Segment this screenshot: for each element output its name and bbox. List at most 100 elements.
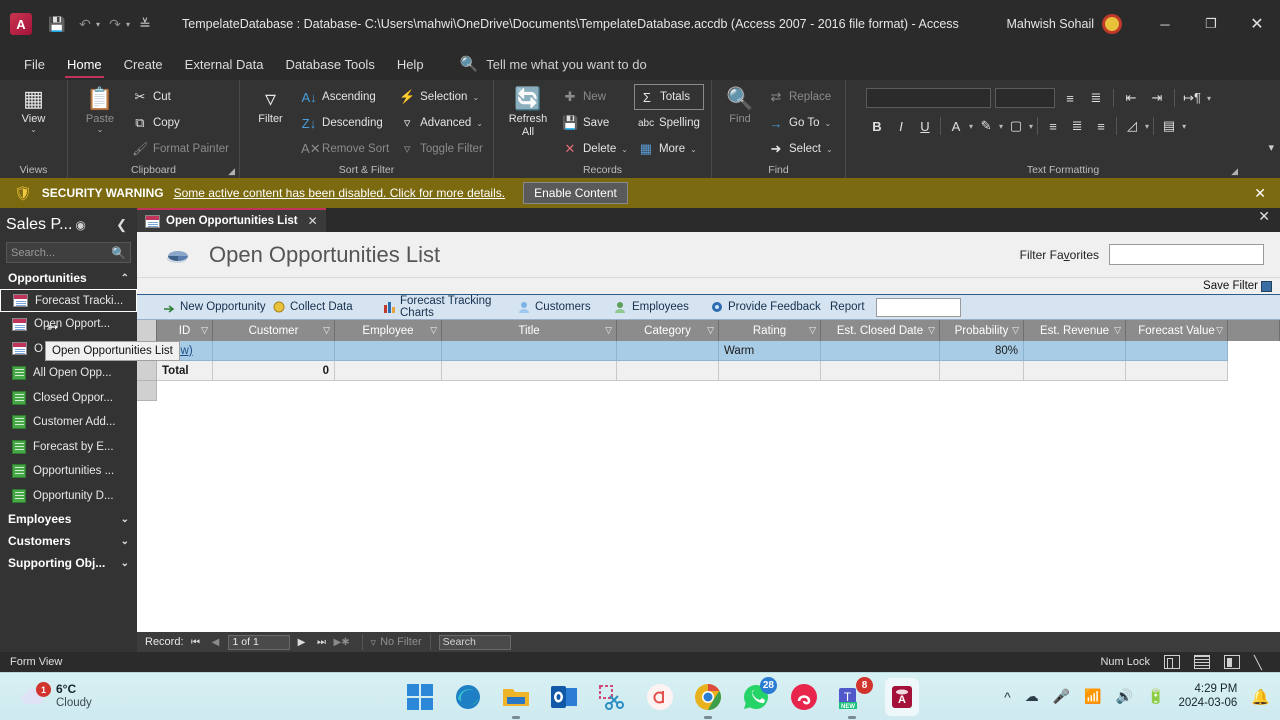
access-icon[interactable]: A (885, 677, 919, 720)
document-tab-open-opportunities-list[interactable]: Open Opportunities List ✕ (137, 208, 326, 232)
outlook-icon[interactable] (549, 682, 579, 712)
tab-file[interactable]: File (14, 53, 55, 76)
redo-caret-icon[interactable]: ▾ (126, 20, 130, 29)
next-record-button[interactable]: ▶ (294, 637, 310, 648)
navigation-pane-header[interactable]: Sales P... ◉ ❮ (0, 208, 137, 242)
chevron-down-icon[interactable]: ▾ (999, 122, 1003, 131)
sort-descending-button[interactable]: Z↓ Descending (297, 110, 393, 136)
clipboard-dialog-launcher-icon[interactable]: ◢ (228, 166, 235, 177)
chevron-down-icon[interactable]: ▽ (201, 325, 208, 336)
chevron-down-icon[interactable]: ▽ (1114, 325, 1121, 336)
chevron-down-icon[interactable]: ⌄ (121, 536, 129, 547)
table-row-new[interactable]: ✱ (New) Warm 80% (137, 341, 1280, 361)
chevron-up-icon[interactable]: ⌃ (121, 273, 129, 284)
find-button[interactable]: 🔍 Find (718, 84, 762, 125)
more-button[interactable]: ▦ More ⌄ (634, 136, 704, 162)
undo-icon[interactable]: ↶ (72, 11, 98, 37)
minimize-button[interactable]: ─ (1142, 0, 1188, 48)
snipping-tool-icon[interactable] (597, 682, 627, 712)
chevron-down-icon[interactable]: ▽ (605, 325, 612, 336)
tab-create[interactable]: Create (114, 53, 173, 76)
go-to-button[interactable]: → Go To ⌄ (764, 110, 837, 136)
bell-icon[interactable]: 🔔 (1251, 688, 1270, 706)
chevron-down-icon[interactable]: ▾ (1182, 122, 1186, 131)
chrome-icon[interactable] (693, 682, 723, 719)
clock[interactable]: 4:29 PM 2024-03-06 (1178, 683, 1237, 711)
onedrive-icon[interactable]: ☁ (1025, 688, 1039, 705)
column-header-est-closed-date[interactable]: Est. Closed Date ▽ (821, 320, 940, 341)
chevron-down-icon[interactable]: ⌄ (97, 126, 104, 134)
save-filter-icon[interactable] (1261, 280, 1272, 292)
align-left-icon[interactable]: ≡ (1042, 114, 1064, 138)
column-header-probability[interactable]: Probability ▽ (940, 320, 1024, 341)
chevron-down-icon[interactable]: ⌄ (476, 119, 483, 128)
spelling-button[interactable]: abc Spelling (634, 110, 704, 136)
chevron-down-icon[interactable]: ▽ (1012, 325, 1019, 336)
view-button[interactable]: ▦ View ⌄ (7, 84, 61, 134)
remove-sort-button[interactable]: A✕ Remove Sort (297, 136, 393, 162)
column-header-rating[interactable]: Rating ▽ (719, 320, 821, 341)
chevron-down-icon[interactable]: ⌄ (826, 145, 833, 154)
chevron-down-icon[interactable]: ⌄ (690, 145, 697, 154)
cell-rating[interactable]: Warm (719, 341, 821, 361)
filter-status[interactable]: ▿ No Filter (361, 634, 431, 650)
sidebar-item-closed-opportunities[interactable]: Closed Oppor... (0, 386, 137, 411)
chevron-down-icon[interactable]: ⌄ (472, 93, 479, 102)
shutter-bar-close-icon[interactable]: ❮ (116, 217, 127, 233)
chevron-down-icon[interactable]: ▽ (430, 325, 437, 336)
select-all-corner[interactable] (137, 320, 157, 341)
format-painter-button[interactable]: 🖌 Format Painter (128, 136, 233, 162)
file-explorer-icon[interactable] (501, 682, 531, 719)
selection-button[interactable]: ⚡ Selection ⌄ (395, 84, 487, 110)
filter-favorites-combo[interactable] (1109, 244, 1264, 265)
microphone-icon[interactable]: 🎤 (1053, 688, 1070, 705)
form-view-icon[interactable] (1164, 655, 1180, 669)
sidebar-item-forecast-tracking[interactable]: Forecast Tracki... (0, 289, 137, 312)
forecast-tracking-charts-button[interactable]: Forecast Tracking Charts (383, 295, 518, 319)
tell-me-box[interactable]: 🔍 Tell me what you want to do (460, 55, 647, 73)
cut-button[interactable]: ✂ Cut (128, 84, 233, 110)
font-color-icon[interactable]: A (945, 114, 967, 138)
close-button[interactable]: ✕ (1234, 0, 1280, 48)
chevron-down-icon[interactable]: ▽ (323, 325, 330, 336)
column-header-employee[interactable]: Employee ▽ (335, 320, 442, 341)
save-filter-label[interactable]: Save Filter (1203, 280, 1258, 292)
record-search-input[interactable]: Search (438, 634, 511, 650)
column-header-id[interactable]: ID ▽ (157, 320, 213, 341)
teams-icon[interactable]: T NEW 8 (837, 676, 873, 719)
chevron-down-icon[interactable]: ⌄ (30, 126, 37, 134)
whatsapp-icon[interactable]: 28 (741, 676, 777, 712)
delete-record-button[interactable]: ✕ Delete ⌄ (558, 136, 632, 162)
cell-customer[interactable] (213, 341, 335, 361)
chevron-down-icon[interactable]: ⌄ (121, 514, 129, 525)
customers-button[interactable]: Customers (518, 301, 615, 314)
row-selector[interactable] (137, 361, 157, 381)
battery-icon[interactable]: 🔋 (1147, 688, 1164, 705)
cell-est-revenue[interactable] (1024, 341, 1126, 361)
toggle-filter-button[interactable]: ▿ Toggle Filter (395, 136, 487, 162)
chevron-down-icon[interactable]: ▽ (928, 325, 935, 336)
new-record-button[interactable]: ✚ New (558, 84, 632, 110)
font-size-combo[interactable] (995, 88, 1055, 108)
sort-ascending-button[interactable]: A↓ Ascending (297, 84, 393, 110)
tab-home[interactable]: Home (57, 53, 112, 78)
chevron-down-icon[interactable]: ⌄ (621, 145, 628, 154)
align-right-icon[interactable]: ≡ (1090, 114, 1112, 138)
bold-button[interactable]: B (866, 114, 888, 138)
sidebar-item-open-opportunities[interactable]: Open Opport... (0, 312, 137, 337)
tab-help[interactable]: Help (387, 53, 434, 76)
align-center-icon[interactable]: ≣ (1066, 114, 1088, 138)
close-window-icon[interactable]: ✕ (1248, 208, 1280, 232)
save-record-button[interactable]: 💾 Save (558, 110, 632, 136)
volume-icon[interactable]: 🔊 (1116, 688, 1133, 705)
column-header-est-revenue[interactable]: Est. Revenue ▽ (1024, 320, 1126, 341)
start-button[interactable] (405, 682, 435, 712)
new-record-button[interactable]: ▶✱ (334, 637, 350, 648)
filter-button[interactable]: ▿ Filter (246, 84, 295, 125)
previous-record-button[interactable]: ◀ (208, 637, 224, 648)
sidebar-item-customer-address[interactable]: Customer Add... (0, 410, 137, 435)
chevron-down-icon[interactable]: ▽ (707, 325, 714, 336)
sidebar-item-forecast-by-employee[interactable]: Forecast by E... (0, 435, 137, 460)
numbering-icon[interactable]: ≣ (1085, 86, 1107, 110)
chevron-down-icon[interactable]: ▾ (1029, 122, 1033, 131)
